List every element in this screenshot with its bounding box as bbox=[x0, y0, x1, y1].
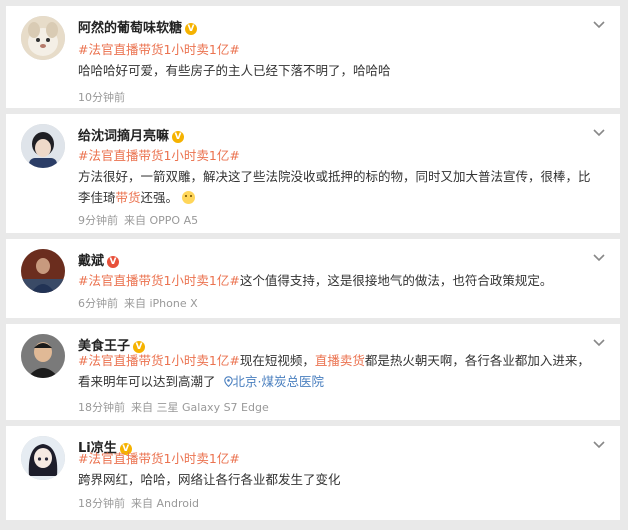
avatar[interactable] bbox=[21, 249, 65, 293]
comment-meta: 9分钟前 来自 OPPO A5 bbox=[78, 212, 198, 228]
location-pin-icon bbox=[223, 376, 233, 388]
comment-body: #法官直播带货1小时卖1亿#现在短视频，直播卖货都是热火朝天啊，各行各业都加入进… bbox=[78, 350, 600, 392]
avatar-image bbox=[21, 16, 65, 60]
comment-card: 阿然的葡萄味软糖 V #法官直播带货1小时卖1亿# 哈哈哈好可爱，有些房子的主人已… bbox=[6, 6, 620, 108]
chevron-down-icon[interactable] bbox=[592, 128, 606, 138]
avatar-image bbox=[21, 436, 65, 480]
comment-card: Li凉生 V #法官直播带货1小时卖1亿# 跨界网红，哈哈，网络让各行各业都发生了… bbox=[6, 426, 620, 520]
timestamp: 10分钟前 bbox=[78, 91, 125, 104]
comment-card: 戴斌 V #法官直播带货1小时卖1亿#这个值得支持，这是很接地气的做法，也符合政策… bbox=[6, 239, 620, 318]
comment-text: 现在短视频， bbox=[239, 353, 315, 368]
highlight-keyword[interactable]: 直播卖货 bbox=[315, 353, 365, 368]
avatar-image bbox=[21, 124, 65, 168]
comment-text: 哈哈哈好可爱，有些房子的主人已经下落不明了，哈哈哈 bbox=[78, 63, 391, 78]
username[interactable]: 给沈词摘月亮嘛 V bbox=[78, 125, 185, 144]
comment-card: 美食王子 V #法官直播带货1小时卖1亿#现在短视频，直播卖货都是热火朝天啊，各行… bbox=[6, 324, 620, 420]
hashtag-link[interactable]: #法官直播带货1小时卖1亿# bbox=[78, 273, 240, 288]
comment-body: #法官直播带货1小时卖1亿# 哈哈哈好可爱，有些房子的主人已经下落不明了，哈哈哈 bbox=[78, 39, 600, 81]
highlight-keyword[interactable]: 带货 bbox=[116, 190, 141, 205]
timestamp: 18分钟前 bbox=[78, 401, 125, 414]
hashtag-link[interactable]: #法官直播带货1小时卖1亿# bbox=[78, 148, 240, 163]
smiley-emoji-icon bbox=[182, 191, 196, 204]
source-device: 来自 iPhone X bbox=[124, 297, 198, 310]
hashtag-link[interactable]: #法官直播带货1小时卖1亿# bbox=[78, 42, 240, 57]
verified-badge-icon: V bbox=[107, 256, 120, 268]
username[interactable]: 戴斌 V bbox=[78, 250, 120, 269]
location-link[interactable]: 北京·煤炭总医院 bbox=[233, 374, 324, 389]
verified-badge-icon: V bbox=[185, 23, 198, 35]
username-text[interactable]: 戴斌 bbox=[78, 254, 104, 269]
comment-meta: 18分钟前 来自 三星 Galaxy S7 Edge bbox=[78, 399, 269, 415]
source-device: 来自 三星 Galaxy S7 Edge bbox=[131, 401, 269, 414]
avatar-image bbox=[21, 249, 65, 293]
comment-meta: 18分钟前 来自 Android bbox=[78, 495, 199, 511]
avatar[interactable] bbox=[21, 124, 65, 168]
avatar-image bbox=[21, 334, 65, 378]
username[interactable]: 阿然的葡萄味软糖 V bbox=[78, 17, 198, 36]
hashtag-link[interactable]: #法官直播带货1小时卖1亿# bbox=[78, 451, 240, 466]
source-device: 来自 Android bbox=[131, 497, 200, 510]
chevron-down-icon[interactable] bbox=[592, 20, 606, 30]
timestamp: 18分钟前 bbox=[78, 497, 125, 510]
source-device: 来自 OPPO A5 bbox=[124, 214, 199, 227]
comment-meta: 6分钟前 来自 iPhone X bbox=[78, 295, 198, 311]
avatar[interactable] bbox=[21, 334, 65, 378]
username-text[interactable]: 阿然的葡萄味软糖 bbox=[78, 21, 182, 36]
comment-text: 跨界网红，哈哈，网络让各行各业都发生了变化 bbox=[78, 472, 341, 487]
comment-body: #法官直播带货1小时卖1亿# 方法很好，一箭双雕，解决这了些法院没收或抵押的标的… bbox=[78, 145, 600, 208]
username-text[interactable]: 给沈词摘月亮嘛 bbox=[78, 129, 169, 144]
comment-text: 这个值得支持，这是很接地气的做法，也符合政策规定。 bbox=[239, 273, 553, 288]
comment-body: #法官直播带货1小时卖1亿# 跨界网红，哈哈，网络让各行各业都发生了变化 bbox=[78, 448, 600, 490]
hashtag-link[interactable]: #法官直播带货1小时卖1亿# bbox=[78, 353, 240, 368]
avatar[interactable] bbox=[21, 436, 65, 480]
avatar[interactable] bbox=[21, 16, 65, 60]
verified-badge-icon: V bbox=[172, 131, 185, 143]
timestamp: 6分钟前 bbox=[78, 297, 118, 310]
timestamp: 9分钟前 bbox=[78, 214, 118, 227]
comment-text-end: 还强。 bbox=[140, 190, 179, 205]
chevron-down-icon[interactable] bbox=[592, 253, 606, 263]
comment-card: 给沈词摘月亮嘛 V #法官直播带货1小时卖1亿# 方法很好，一箭双雕，解决这了些法… bbox=[6, 114, 620, 233]
comment-body: #法官直播带货1小时卖1亿#这个值得支持，这是很接地气的做法，也符合政策规定。 bbox=[78, 270, 600, 291]
chevron-down-icon[interactable] bbox=[592, 338, 606, 348]
comment-meta: 10分钟前 bbox=[78, 89, 125, 105]
comment-feed: 阿然的葡萄味软糖 V #法官直播带货1小时卖1亿# 哈哈哈好可爱，有些房子的主人已… bbox=[0, 0, 628, 530]
